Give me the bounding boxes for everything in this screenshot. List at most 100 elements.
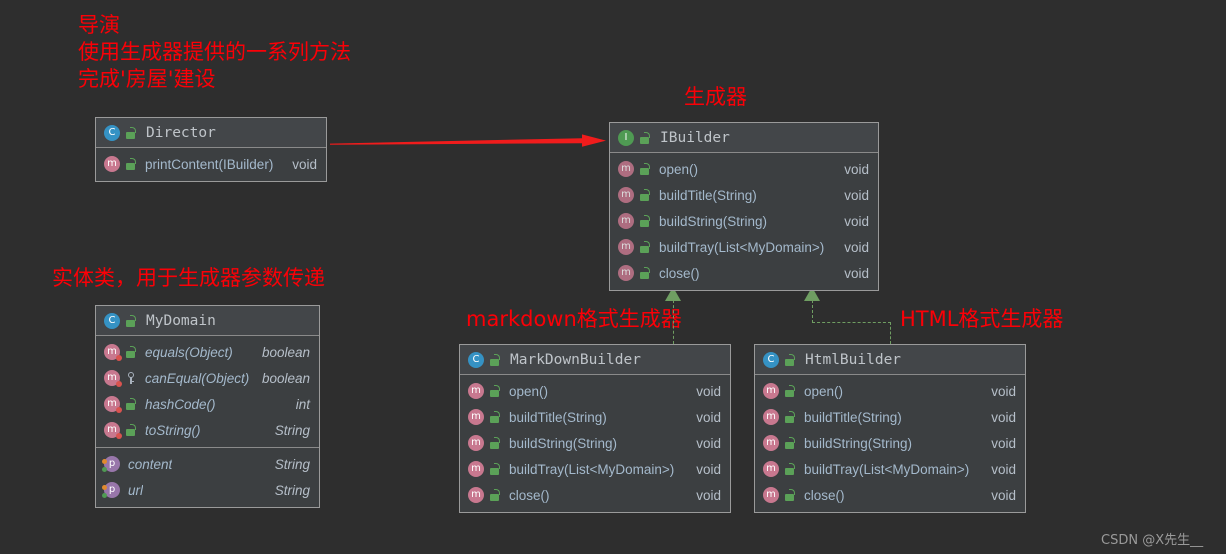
member-type: String — [274, 482, 310, 498]
method-icon: m — [763, 409, 779, 425]
public-unlock-icon — [126, 398, 137, 410]
method-icon: m — [468, 461, 484, 477]
member-type: void — [991, 435, 1016, 451]
member-row[interactable]: m close() void — [460, 482, 730, 508]
realization-line-htmlbuilder-lower — [890, 322, 891, 344]
public-unlock-icon — [785, 411, 796, 423]
member-row[interactable]: m buildTray(List<MyDomain>) void — [755, 456, 1025, 482]
class-header-ibuilder: I IBuilder — [610, 123, 878, 153]
abstract-method-icon: m — [618, 265, 634, 281]
member-type: void — [991, 383, 1016, 399]
method-icon: m — [468, 487, 484, 503]
member-section-mydomain-methods: m equals(Object) boolean m canEqual(Obje… — [96, 336, 319, 447]
public-unlock-icon — [640, 241, 651, 253]
csdn-watermark: CSDN @X先生__ — [1101, 533, 1204, 548]
public-unlock-icon — [126, 424, 137, 436]
class-name-director: Director — [146, 124, 216, 141]
member-row[interactable]: p url String — [96, 477, 319, 503]
class-name-htmlbuilder: HtmlBuilder — [805, 351, 902, 368]
member-row[interactable]: m buildString(String) void — [610, 208, 878, 234]
class-box-htmlbuilder[interactable]: C HtmlBuilder m open() void m buildTitle… — [754, 344, 1026, 513]
abstract-method-icon: m — [618, 161, 634, 177]
member-name: buildTray(List<MyDomain>) — [659, 239, 825, 255]
interface-box-ibuilder[interactable]: I IBuilder m open() void m buildTitle(St… — [609, 122, 879, 291]
member-name: printContent(IBuilder) — [145, 156, 274, 172]
public-unlock-icon — [640, 131, 651, 144]
member-row[interactable]: m close() void — [610, 260, 878, 286]
member-name: buildTray(List<MyDomain>) — [509, 461, 675, 477]
class-name-mydomain: MyDomain — [146, 312, 216, 329]
method-icon: m — [763, 383, 779, 399]
member-type: void — [696, 461, 721, 477]
member-row[interactable]: p content String — [96, 451, 319, 477]
member-row[interactable]: m buildTitle(String) void — [610, 182, 878, 208]
member-row[interactable]: m buildTray(List<MyDomain>) void — [610, 234, 878, 260]
member-name: hashCode() — [145, 396, 216, 412]
method-icon: m — [468, 409, 484, 425]
public-unlock-icon — [785, 489, 796, 501]
public-unlock-icon — [785, 353, 796, 366]
class-box-mydomain[interactable]: C MyDomain m equals(Object) boolean m ca… — [95, 305, 320, 508]
class-name-markdownbuilder: MarkDownBuilder — [510, 351, 641, 368]
member-row[interactable]: m buildTitle(String) void — [460, 404, 730, 430]
member-row[interactable]: m buildTray(List<MyDomain>) void — [460, 456, 730, 482]
member-row[interactable]: m equals(Object) boolean — [96, 339, 319, 365]
member-section-htmlbuilder-methods: m open() void m buildTitle(String) void … — [755, 375, 1025, 512]
member-row[interactable]: m close() void — [755, 482, 1025, 508]
member-row[interactable]: m toString() String — [96, 417, 319, 443]
realization-line-htmlbuilder-horizontal — [812, 322, 891, 323]
member-row[interactable]: m open() void — [610, 156, 878, 182]
annotation-director: 导演 使用生成器提供的一系列方法 完成'房屋'建设 — [78, 13, 351, 91]
field-icon: p — [102, 456, 120, 472]
public-unlock-icon — [126, 158, 137, 170]
member-row[interactable]: m hashCode() int — [96, 391, 319, 417]
class-header-mydomain: C MyDomain — [96, 306, 319, 336]
member-row[interactable]: m open() void — [755, 378, 1025, 404]
method-icon: m — [763, 461, 779, 477]
class-box-markdownbuilder[interactable]: C MarkDownBuilder m open() void m buildT… — [459, 344, 731, 513]
method-icon: m — [763, 435, 779, 451]
member-type: boolean — [261, 370, 310, 386]
class-box-director[interactable]: C Director m printContent(IBuilder) void — [95, 117, 327, 182]
public-unlock-icon — [640, 163, 651, 175]
method-icon: m — [104, 422, 122, 439]
member-name: url — [128, 482, 144, 498]
member-name: equals(Object) — [145, 344, 233, 360]
member-name: open() — [804, 383, 844, 399]
uml-diagram-canvas: 导演 使用生成器提供的一系列方法 完成'房屋'建设 生成器 实体类，用于生成器参… — [0, 0, 1226, 554]
member-type: void — [844, 239, 869, 255]
member-row[interactable]: m buildTitle(String) void — [755, 404, 1025, 430]
member-type: boolean — [261, 344, 310, 360]
member-type: String — [274, 422, 310, 438]
member-section-mydomain-fields: p content String p url String — [96, 447, 319, 507]
member-name: buildTray(List<MyDomain>) — [804, 461, 970, 477]
member-row[interactable]: m canEqual(Object) boolean — [96, 365, 319, 391]
method-icon: m — [104, 344, 122, 361]
member-type: void — [844, 161, 869, 177]
public-unlock-icon — [640, 215, 651, 227]
member-name: toString() — [145, 422, 201, 438]
member-name: close() — [804, 487, 845, 503]
member-row[interactable]: m buildString(String) void — [755, 430, 1025, 456]
member-type: String — [274, 456, 310, 472]
member-name: close() — [659, 265, 700, 281]
member-row[interactable]: m buildString(String) void — [460, 430, 730, 456]
public-unlock-icon — [126, 346, 137, 358]
class-icon: C — [763, 351, 779, 368]
usage-arrow-director-to-ibuilder — [330, 134, 606, 147]
public-unlock-icon — [490, 437, 501, 449]
member-type: void — [696, 435, 721, 451]
public-unlock-icon — [490, 353, 501, 366]
member-type: void — [991, 487, 1016, 503]
abstract-method-icon: m — [618, 213, 634, 229]
member-type: void — [696, 487, 721, 503]
public-unlock-icon — [490, 463, 501, 475]
public-unlock-icon — [490, 411, 501, 423]
member-name: content — [128, 456, 173, 472]
member-name: buildString(String) — [804, 435, 913, 451]
member-row[interactable]: m open() void — [460, 378, 730, 404]
member-row[interactable]: m printContent(IBuilder) void — [96, 151, 326, 177]
method-icon: m — [468, 383, 484, 399]
member-type: void — [292, 156, 317, 172]
annotation-markdown-builder: markdown格式生成器 — [466, 307, 682, 331]
